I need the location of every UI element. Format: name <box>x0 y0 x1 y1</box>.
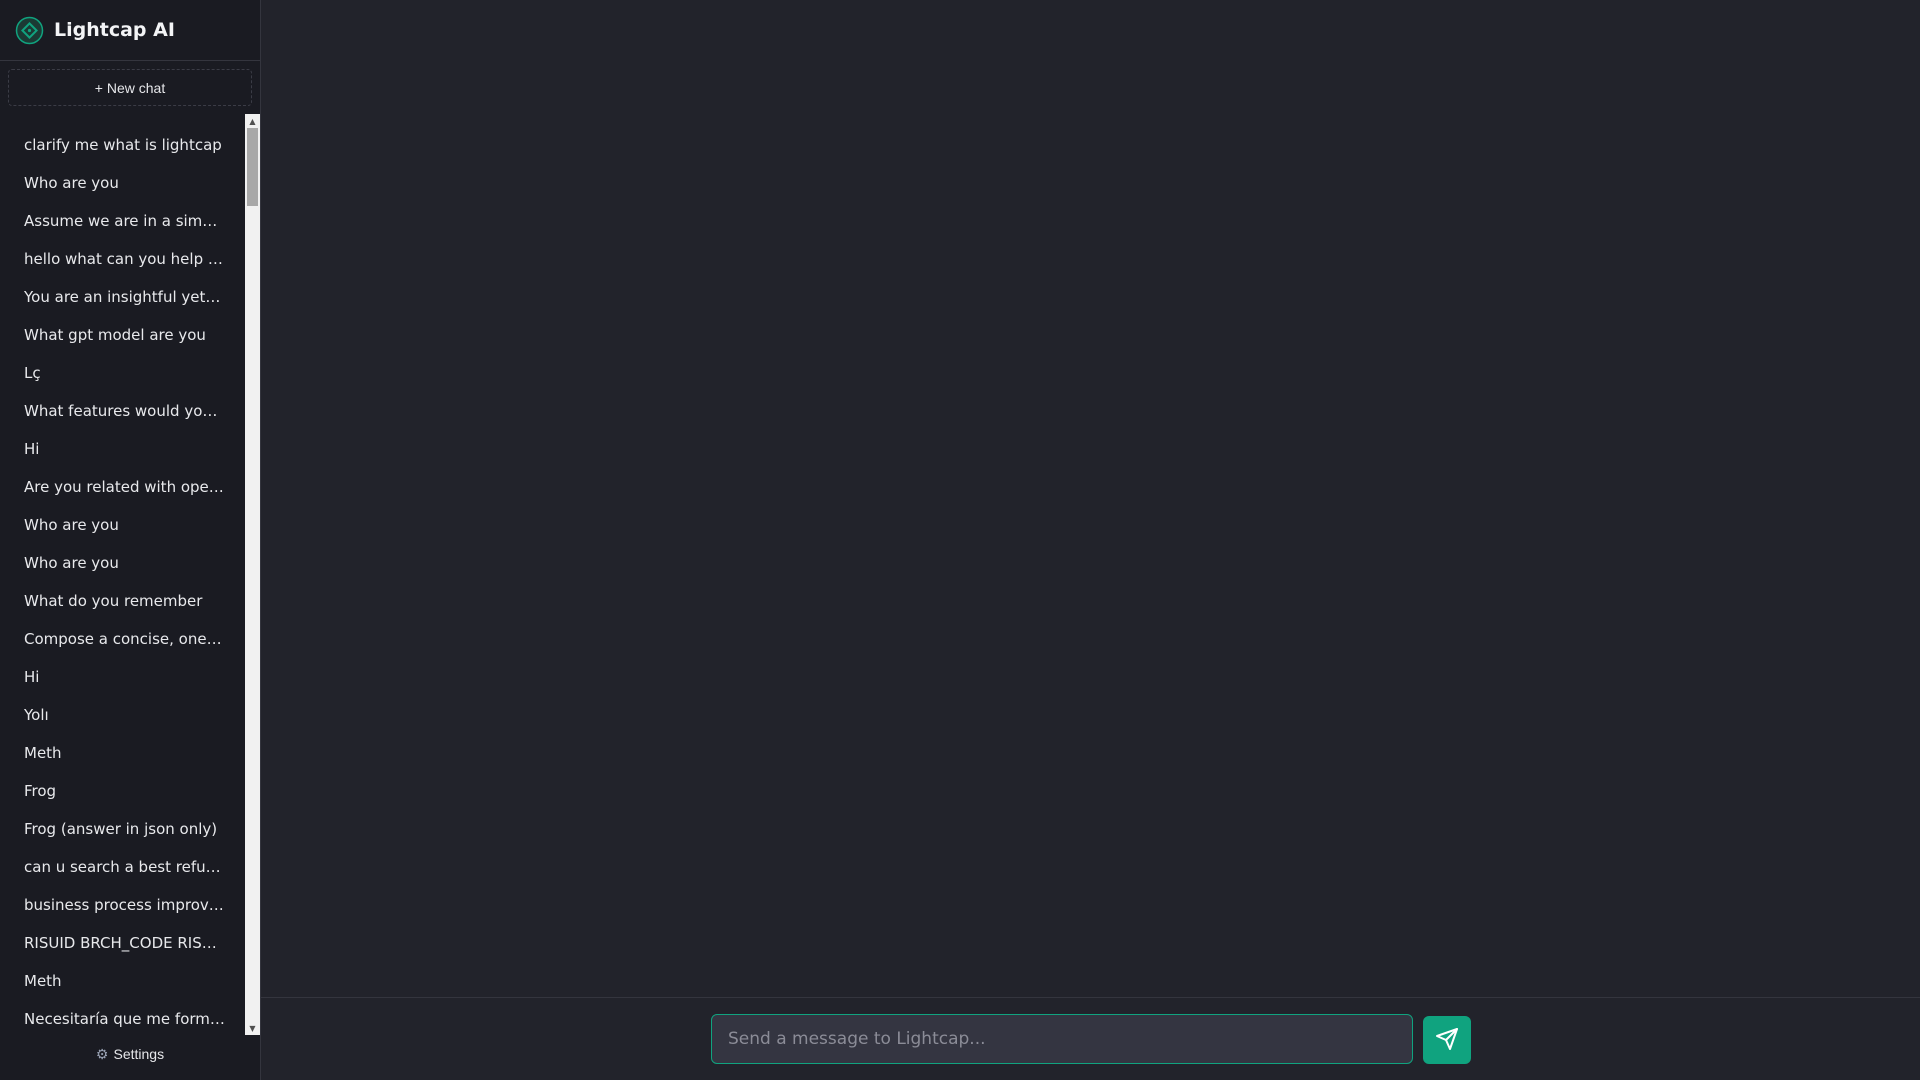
chat-history-item[interactable]: hello what can you help me <box>0 240 245 278</box>
send-button[interactable] <box>1423 1016 1471 1064</box>
chat-area <box>261 0 1920 1080</box>
gear-icon: ⚙ <box>95 1045 109 1062</box>
brand-header: Lightcap AI <box>0 0 260 61</box>
chat-history-item[interactable]: business process improvement <box>0 886 245 924</box>
chat-history-item[interactable]: Frog <box>0 772 245 810</box>
settings-button[interactable]: ⚙ Settings <box>0 1040 260 1068</box>
app-title: Lightcap AI <box>54 19 175 41</box>
chat-history-item[interactable]: Who are you <box>0 506 245 544</box>
chat-history-item[interactable]: clarify me what is lightcap <box>0 126 245 164</box>
scroll-thumb[interactable] <box>247 128 258 206</box>
chat-history-list: clarify me what is lightcap Who are you As… <box>0 114 245 1035</box>
chat-history-item[interactable]: Lç <box>0 354 245 392</box>
chat-history-item[interactable]: RISUID BRCH_CODE RISUID <box>0 924 245 962</box>
chat-history-item[interactable]: Meth <box>0 734 245 772</box>
chat-history-item[interactable]: Are you related with openai <box>0 468 245 506</box>
chat-history-item[interactable]: Frog (answer in json only) <box>0 810 245 848</box>
chat-history-item[interactable]: What gpt model are you <box>0 316 245 354</box>
chat-history-item[interactable]: Who are you <box>0 544 245 582</box>
settings-label: Settings <box>113 1046 165 1062</box>
chat-history-item[interactable]: You are an insightful yet direct <box>0 278 245 316</box>
sidebar: Lightcap AI + New chat clarify me what i… <box>0 0 261 1080</box>
chat-history-item[interactable]: Compose a concise, one-line <box>0 620 245 658</box>
lightcap-logo-icon <box>15 16 44 45</box>
chat-history-item[interactable]: Meth <box>0 962 245 1000</box>
scroll-up-arrow-icon[interactable]: ▲ <box>245 114 260 128</box>
chat-history-item[interactable]: Assume we are in a simulation <box>0 202 245 240</box>
chat-history-item[interactable]: Yolı <box>0 696 245 734</box>
app-window: Lightcap AI + New chat clarify me what i… <box>0 0 1920 1080</box>
new-chat-button[interactable]: + New chat <box>8 69 252 106</box>
composer-bar <box>261 997 1920 1080</box>
chat-history-item[interactable]: Necesitaría que me formules <box>0 1000 245 1035</box>
chat-history-item[interactable]: What do you remember <box>0 582 245 620</box>
send-icon <box>1435 1027 1459 1054</box>
chat-history-item[interactable]: What features would you add <box>0 392 245 430</box>
message-input[interactable] <box>711 1014 1413 1064</box>
chat-history: clarify me what is lightcap Who are you As… <box>0 114 260 1035</box>
chat-history-item[interactable]: Hi <box>0 430 245 468</box>
history-scrollbar[interactable]: ▲ ▼ <box>245 114 260 1035</box>
chat-history-item[interactable]: can u search a best refurbished <box>0 848 245 886</box>
chat-history-item[interactable]: Who are you <box>0 164 245 202</box>
chat-history-item[interactable]: Hi <box>0 658 245 696</box>
scroll-down-arrow-icon[interactable]: ▼ <box>245 1021 260 1035</box>
